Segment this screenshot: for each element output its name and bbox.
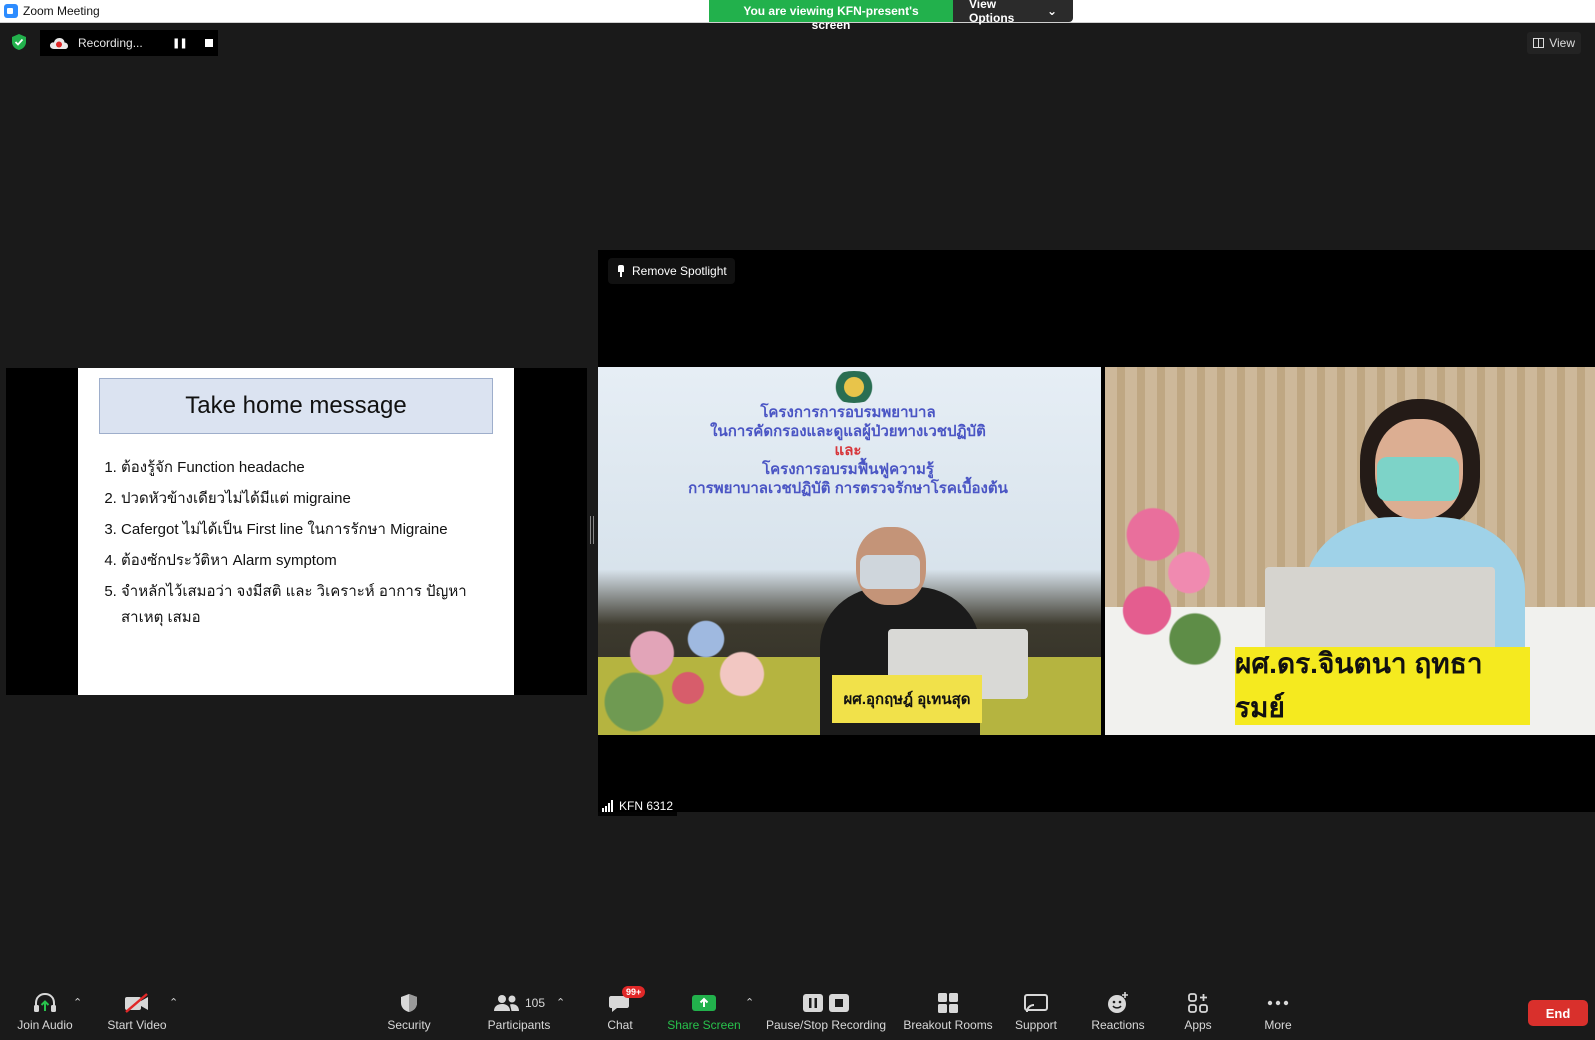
signal-strength-icon xyxy=(602,800,613,812)
view-options-label: View Options xyxy=(969,0,1015,25)
flower-arrangement xyxy=(598,597,778,735)
cloud-recording-icon xyxy=(50,37,68,49)
start-video-label: Start Video xyxy=(107,1018,167,1032)
chat-unread-badge: 99+ xyxy=(622,986,646,998)
list-item: ปวดหัวข้างเดียวไม่ได้มีแต่ migraine xyxy=(121,486,491,512)
apps-button[interactable]: Apps xyxy=(1172,990,1224,1040)
more-label: More xyxy=(1264,1018,1292,1032)
recording-indicator: Recording... ❚❚ xyxy=(40,30,218,56)
viewing-banner: You are viewing KFN-present's screen Vie… xyxy=(709,0,1073,32)
participants-chevron-up-icon[interactable]: ⌃ xyxy=(556,996,565,1009)
share-screen-button[interactable]: Share Screen xyxy=(666,990,742,1040)
participants-button[interactable]: 105 Participants xyxy=(476,990,562,1040)
pause-recording-icon[interactable]: ❚❚ xyxy=(172,38,188,49)
backdrop-line: โครงการอบรมฟื้นฟูความรู้ xyxy=(762,461,934,478)
video-feed-right: ผศ.ดร.จินตนา ฤทธารมย์ xyxy=(1105,367,1595,735)
slide-title: Take home message xyxy=(99,378,493,434)
gallery-view-icon xyxy=(1533,38,1545,48)
video-options-chevron-up-icon[interactable]: ⌃ xyxy=(169,996,178,1009)
participant-name: KFN 6312 xyxy=(619,799,674,813)
emblem-seal-icon xyxy=(826,371,882,403)
nameplate-right: ผศ.ดร.จินตนา ฤทธารมย์ xyxy=(1235,647,1530,725)
join-audio-label: Join Audio xyxy=(17,1018,73,1032)
video-feed-left: โครงการการอบรมพยาบาล ในการคัดกรองและดูแล… xyxy=(598,367,1101,735)
spotlight-video: Remove Spotlight โครงการการอบรมพยาบาล ใน… xyxy=(598,250,1595,812)
more-dots-icon xyxy=(1267,1000,1289,1006)
pin-icon xyxy=(616,265,626,277)
security-button[interactable]: Security xyxy=(376,990,442,1040)
slide-list: ต้องรู้จัก Function headache ปวดหัวข้างเ… xyxy=(121,455,491,636)
end-meeting-button[interactable]: End xyxy=(1528,1000,1588,1026)
chat-button[interactable]: 99+ Chat xyxy=(592,986,648,1040)
nameplate-left: ผศ.อุกฤษฎ์ อุเทนสุด xyxy=(832,675,982,723)
more-button[interactable]: More xyxy=(1252,990,1304,1040)
chevron-down-icon: ⌄ xyxy=(1046,4,1057,18)
stop-icon xyxy=(829,994,849,1012)
apps-label: Apps xyxy=(1184,1018,1212,1032)
pause-icon xyxy=(803,994,823,1012)
recording-label: Recording... xyxy=(78,36,143,50)
backdrop-line: การพยาบาลเวชปฏิบัติ การตรวจรักษาโรคเบื้อ… xyxy=(688,480,1008,497)
chat-label: Chat xyxy=(607,1018,633,1032)
presentation-slide: Take home message ต้องรู้จัก Function he… xyxy=(78,368,514,695)
security-shield-icon[interactable] xyxy=(10,33,28,51)
stop-recording-icon[interactable] xyxy=(204,39,213,47)
headphones-icon xyxy=(34,992,56,1012)
backdrop-line: โครงการการอบรมพยาบาล xyxy=(760,404,936,421)
remove-spotlight-button[interactable]: Remove Spotlight xyxy=(608,258,735,284)
backdrop-line: ในการคัดกรองและดูแลผู้ป่วยทางเวชปฏิบัติ xyxy=(710,423,986,440)
reactions-button[interactable]: Reactions xyxy=(1084,990,1152,1040)
list-item: Cafergot ไม่ได้เป็น First line ในการรักษ… xyxy=(121,517,491,543)
apps-icon xyxy=(1188,993,1208,1013)
support-label: Support xyxy=(1014,1018,1058,1032)
backdrop-banner: โครงการการอบรมพยาบาล ในการคัดกรองและดูแล… xyxy=(638,403,1058,498)
window-title: Zoom Meeting xyxy=(23,4,100,18)
view-options-button[interactable]: View Options ⌄ xyxy=(953,0,1073,25)
list-item: จำหลักไว้เสมอว่า จงมีสติ และ วิเคราะห์ อ… xyxy=(121,579,491,631)
audio-options-chevron-up-icon[interactable]: ⌃ xyxy=(73,996,82,1009)
participants-count: 105 xyxy=(524,996,546,1010)
support-button[interactable]: Support xyxy=(1006,990,1066,1040)
start-video-button[interactable]: Start Video xyxy=(104,990,170,1040)
join-audio-button[interactable]: Join Audio xyxy=(12,990,78,1040)
meeting-toolbar: Join Audio ⌃ Start Video ⌃ Security 105 … xyxy=(0,986,1595,1040)
reactions-label: Reactions xyxy=(1091,1018,1145,1032)
breakout-rooms-label: Breakout Rooms xyxy=(903,1018,993,1032)
security-label: Security xyxy=(387,1018,431,1032)
view-label: View xyxy=(1549,36,1575,50)
share-screen-icon xyxy=(692,995,716,1011)
backdrop-line: และ xyxy=(834,442,862,459)
share-options-chevron-up-icon[interactable]: ⌃ xyxy=(745,996,754,1009)
participants-icon xyxy=(493,995,519,1011)
pane-resize-handle[interactable] xyxy=(590,516,594,544)
face-mask xyxy=(860,555,920,589)
list-item: ต้องซักประวัติหา Alarm symptom xyxy=(121,548,491,574)
view-button[interactable]: View xyxy=(1527,32,1581,54)
breakout-rooms-icon xyxy=(938,993,958,1013)
breakout-rooms-button[interactable]: Breakout Rooms xyxy=(900,990,996,1040)
shield-icon xyxy=(401,994,417,1012)
face-mask xyxy=(1377,457,1459,501)
shared-screen: Take home message ต้องรู้จัก Function he… xyxy=(6,368,587,695)
flower-arrangement xyxy=(1105,487,1225,677)
list-item: ต้องรู้จัก Function headache xyxy=(121,455,491,481)
zoom-app-icon xyxy=(4,4,18,18)
remove-spotlight-label: Remove Spotlight xyxy=(632,264,727,278)
support-screen-icon xyxy=(1024,994,1048,1013)
video-off-icon xyxy=(125,993,148,1013)
participants-label: Participants xyxy=(487,1018,551,1032)
pause-stop-recording-button[interactable]: Pause/Stop Recording xyxy=(766,990,886,1040)
viewing-message: You are viewing KFN-present's screen xyxy=(709,0,953,32)
pause-stop-recording-label: Pause/Stop Recording xyxy=(765,1018,887,1032)
smiley-reaction-icon xyxy=(1108,992,1128,1013)
share-screen-label: Share Screen xyxy=(667,1018,741,1032)
participant-name-tag: KFN 6312 xyxy=(598,796,678,816)
